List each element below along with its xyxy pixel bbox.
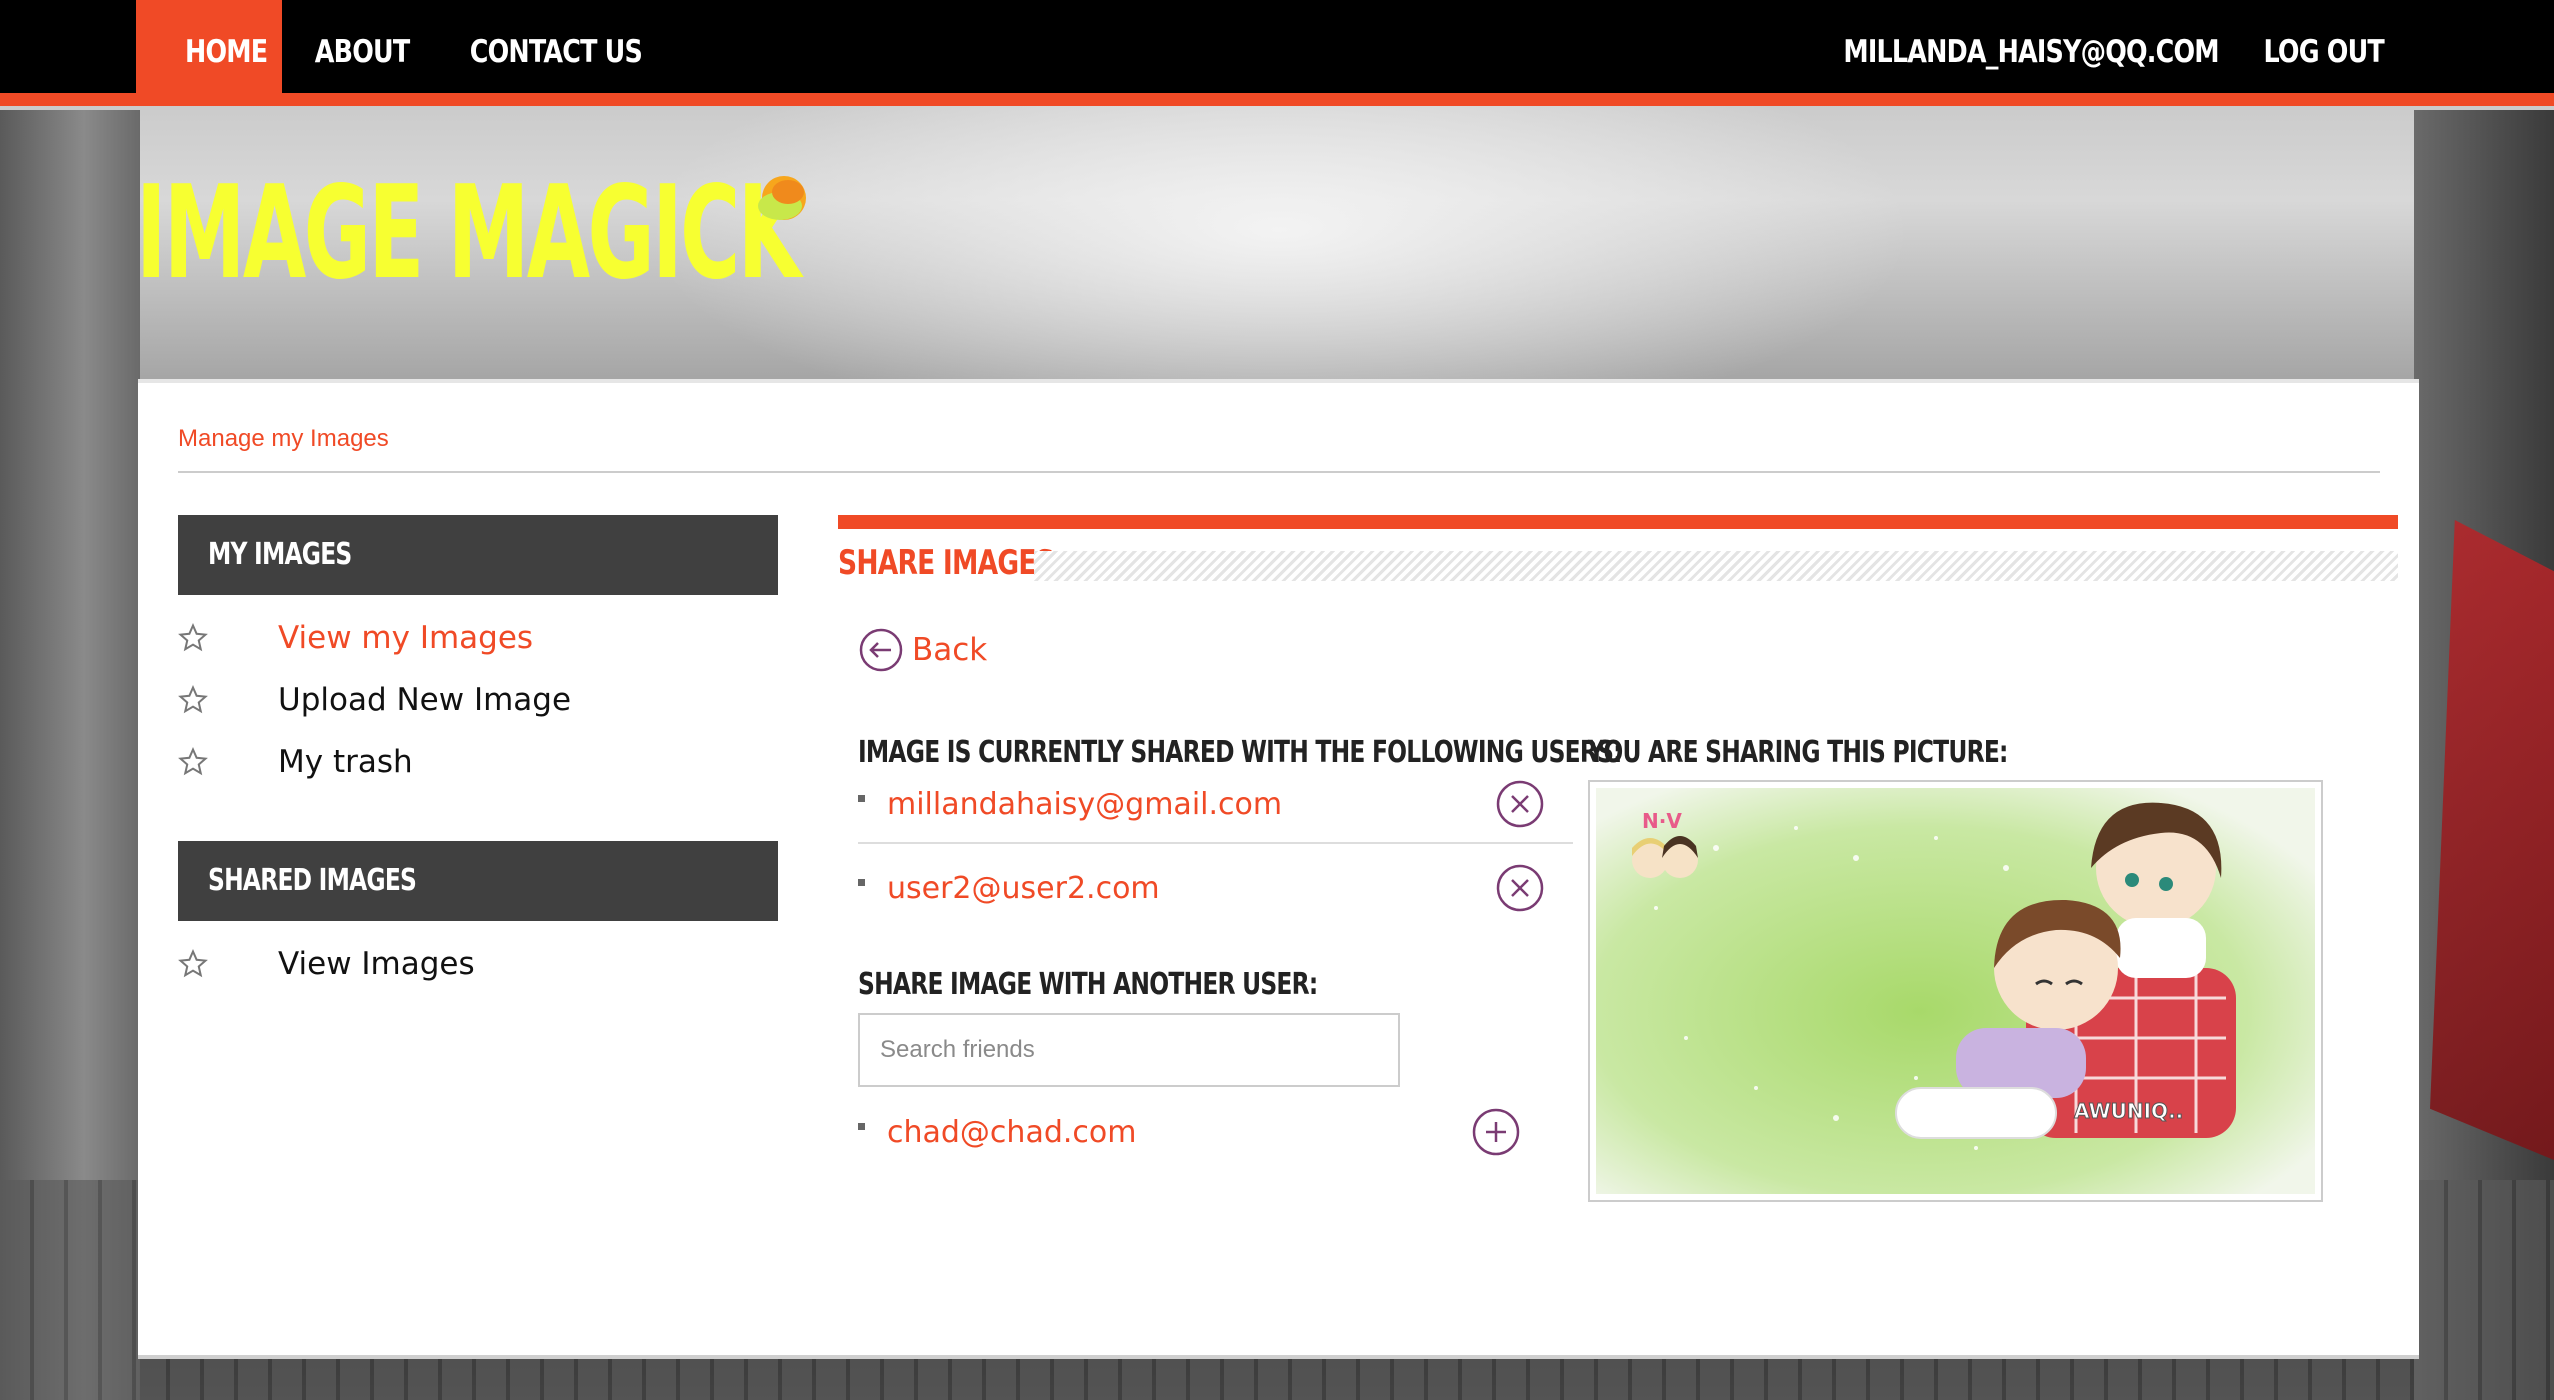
sidebar-item-label: Upload New Image (278, 682, 572, 718)
user-email-link[interactable]: MILLANDA_HAISY@QQ.COM (1761, 0, 2220, 106)
breadcrumb[interactable]: Manage my Images (178, 425, 389, 453)
suggested-user-row: chad@chad.com (858, 1097, 1578, 1167)
main-panel: Manage my Images MY IMAGES View my Image… (138, 383, 2419, 1355)
star-icon (178, 623, 208, 652)
title-hatch-decoration (1034, 551, 2398, 581)
star-icon (178, 949, 208, 978)
nav-home-link[interactable]: HOME (136, 0, 282, 106)
shared-user-row: user2@user2.com (858, 853, 1578, 923)
nav-contact-link[interactable]: CONTACT US (437, 0, 675, 106)
sidebar-item-view-my-images[interactable]: View my Images (178, 613, 778, 663)
back-arrow-icon (859, 628, 903, 672)
svg-text:N·V: N·V (1642, 809, 1682, 833)
shared-user-row: millandahaisy@gmail.com (858, 769, 1578, 839)
back-label: Back (912, 632, 988, 668)
remove-user-icon[interactable] (1495, 779, 1545, 829)
row-divider (858, 842, 1573, 844)
share-with-heading: SHARE IMAGE WITH ANOTHER USER: (858, 967, 1318, 1002)
sidebar-item-label: View Images (278, 946, 475, 982)
shared-user-email: user2@user2.com (887, 870, 1160, 906)
sidebar-item-label: View my Images (278, 620, 534, 656)
search-friends-input[interactable] (858, 1013, 1400, 1087)
page-title: SHARE IMAGES (838, 543, 1055, 583)
logout-link[interactable]: LOG OUT (2237, 0, 2385, 106)
shared-picture: N·V AWUNIQ.. (1596, 788, 2315, 1194)
shared-user-email: millandahaisy@gmail.com (887, 786, 1283, 822)
back-button[interactable]: Back (858, 627, 987, 673)
shared-images-header: SHARED IMAGES (178, 841, 778, 921)
sidebar-item-view-images[interactable]: View Images (178, 939, 778, 989)
logo-mark-icon (758, 176, 806, 220)
sidebar-item-label: My trash (278, 744, 413, 780)
sidebar-item-my-trash[interactable]: My trash (178, 737, 778, 787)
section-accent-bar (838, 515, 2398, 529)
add-user-icon[interactable] (1471, 1107, 1521, 1157)
bullet (858, 1122, 865, 1130)
bullet (858, 794, 865, 802)
site-logo-text[interactable]: IMAGE MAGICK (136, 170, 801, 298)
suggested-user-email: chad@chad.com (887, 1114, 1137, 1150)
breadcrumb-divider (178, 471, 2380, 473)
star-icon (178, 685, 208, 714)
nav-about-link[interactable]: ABOUT (282, 0, 442, 106)
remove-user-icon[interactable] (1495, 863, 1545, 913)
sidebar-item-upload-new-image[interactable]: Upload New Image (178, 675, 778, 725)
bullet (858, 878, 865, 886)
my-images-header: MY IMAGES (178, 515, 778, 595)
main-nav: HOME ABOUT CONTACT US (136, 0, 727, 106)
picture-watermark: AWUNIQ.. (2074, 1099, 2183, 1123)
shared-picture-frame: N·V AWUNIQ.. (1588, 780, 2323, 1202)
sharing-picture-heading: YOU ARE SHARING THIS PICTURE: (1588, 735, 2008, 770)
star-icon (178, 747, 208, 776)
user-nav: MILLANDA_HAISY@QQ.COM LOG OUT (1761, 0, 2385, 106)
shared-with-heading: IMAGE IS CURRENTLY SHARED WITH THE FOLLO… (858, 735, 1623, 770)
top-navbar: HOME ABOUT CONTACT US MILLANDA_HAISY@QQ.… (0, 0, 2554, 106)
